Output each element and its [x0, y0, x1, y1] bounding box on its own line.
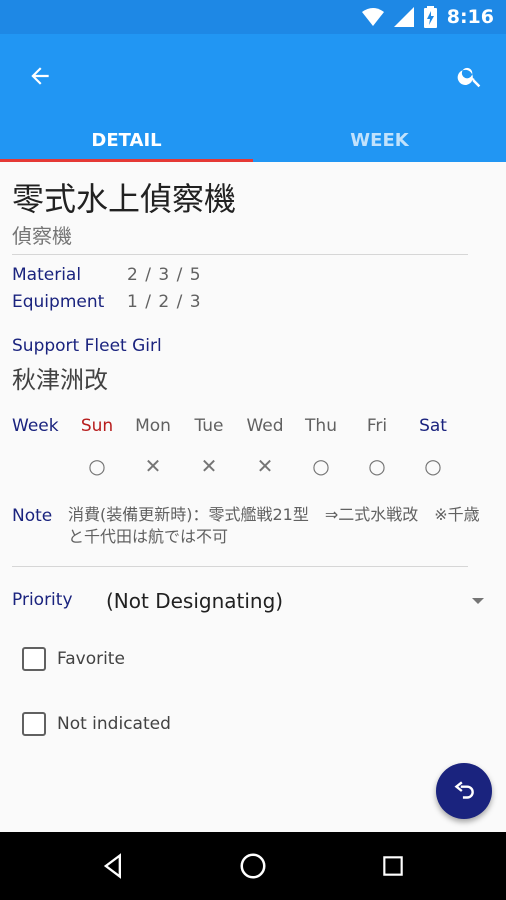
- support-fleet-label: Support Fleet Girl: [12, 336, 162, 356]
- mark-thu: ○: [312, 454, 330, 478]
- search-button[interactable]: [450, 56, 490, 96]
- back-triangle-icon: [103, 853, 121, 879]
- day-sun: Sun: [80, 416, 114, 436]
- nav-back-button[interactable]: [96, 848, 132, 884]
- system-nav-bar: [0, 832, 506, 900]
- tab-bar: DETAIL WEEK: [0, 118, 506, 162]
- note-label: Note: [12, 506, 53, 526]
- status-bar: 8:16: [0, 0, 506, 34]
- tab-week[interactable]: WEEK: [253, 118, 506, 162]
- day-fri: Fri: [366, 416, 388, 436]
- back-button[interactable]: [20, 56, 60, 96]
- week-availability-row: ○ ✕ ✕ ✕ ○ ○ ○: [12, 454, 492, 480]
- mark-mon: ✕: [144, 454, 162, 478]
- home-circle-icon: [240, 853, 266, 879]
- priority-label: Priority: [12, 590, 73, 610]
- not-indicated-label: Not indicated: [57, 714, 171, 734]
- not-indicated-checkbox[interactable]: [22, 712, 46, 736]
- favorite-checkbox[interactable]: [22, 647, 46, 671]
- equipment-row: Equipment 1 / 2 / 3: [12, 292, 202, 312]
- divider: [12, 254, 468, 255]
- week-header-row: Week Sun Mon Tue Wed Thu Fri Sat: [12, 416, 492, 442]
- detail-content: 零式水上偵察機 偵察機 Material 2 / 3 / 5 Equipment…: [0, 162, 506, 832]
- nav-home-button[interactable]: [235, 848, 271, 884]
- equipment-label: Equipment: [12, 292, 105, 312]
- status-time: 8:16: [446, 6, 494, 28]
- mark-sun: ○: [88, 454, 106, 478]
- day-tue: Tue: [194, 416, 224, 436]
- priority-value: (Not Designating): [106, 589, 284, 613]
- priority-dropdown[interactable]: (Not Designating): [106, 586, 490, 616]
- item-name: 零式水上偵察機: [12, 180, 237, 218]
- arrow-back-icon: [31, 67, 49, 85]
- mark-fri: ○: [368, 454, 386, 478]
- equipment-value: 1 / 2 / 3: [127, 292, 202, 312]
- app-bar: DETAIL WEEK: [0, 34, 506, 162]
- undo-fab-button[interactable]: [436, 763, 492, 819]
- day-wed: Wed: [246, 416, 284, 436]
- recents-square-icon: [383, 856, 403, 876]
- favorite-label: Favorite: [57, 649, 125, 669]
- support-fleet-name: 秋津洲改: [12, 366, 108, 394]
- note-text: 消費(装備更新時)：零式艦戦21型 ⇒二式水戦改 ※千歳と千代田は航では不可: [68, 505, 480, 546]
- signal-icon: [393, 7, 414, 27]
- chevron-down-icon: [472, 598, 484, 604]
- tab-detail[interactable]: DETAIL: [0, 118, 253, 162]
- wifi-icon: [361, 8, 384, 26]
- mark-wed: ✕: [256, 454, 274, 478]
- material-label: Material: [12, 265, 82, 285]
- mark-tue: ✕: [200, 454, 218, 478]
- nav-recents-button[interactable]: [375, 848, 411, 884]
- material-row: Material 2 / 3 / 5: [12, 265, 202, 285]
- day-mon: Mon: [135, 416, 171, 436]
- day-sat: Sat: [419, 416, 447, 436]
- battery-charging-icon: [423, 6, 437, 28]
- undo-icon: [454, 781, 474, 799]
- day-thu: Thu: [305, 416, 337, 436]
- divider: [12, 566, 468, 567]
- not-indicated-checkbox-row[interactable]: Not indicated: [22, 712, 171, 736]
- week-label: Week: [12, 416, 59, 436]
- status-icons: 8:16: [361, 5, 494, 29]
- search-icon: [457, 67, 481, 88]
- item-type: 偵察機: [12, 224, 72, 248]
- mark-sat: ○: [424, 454, 442, 478]
- material-value: 2 / 3 / 5: [127, 265, 202, 285]
- favorite-checkbox-row[interactable]: Favorite: [22, 647, 125, 671]
